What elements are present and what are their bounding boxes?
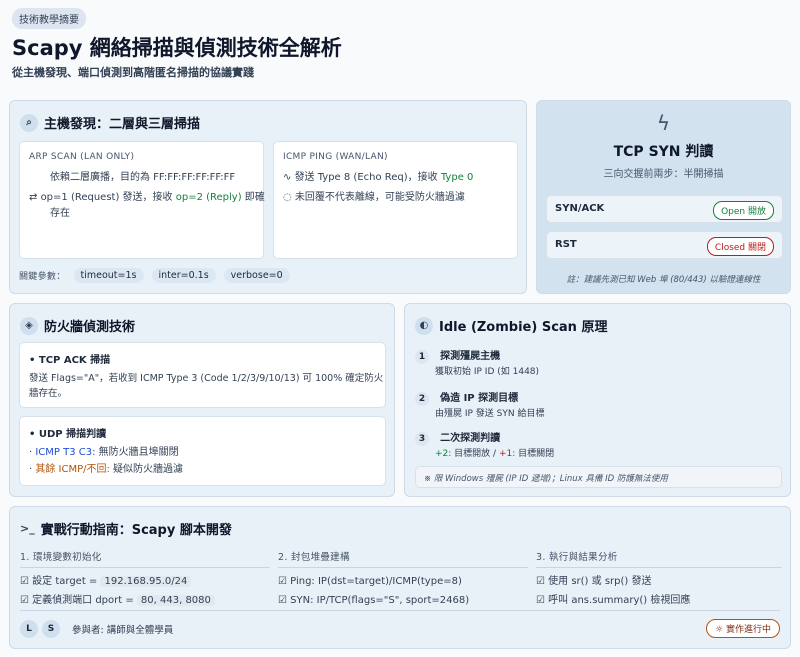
step-number: 1 xyxy=(415,350,429,364)
col2-line2: ☑ SYN: IP/TCP(flags="S", sport=2468) xyxy=(278,595,470,606)
col3-heading: 3. 執行與結果分析 xyxy=(536,552,618,563)
syn-ack-row: SYN/ACK Open 開放 xyxy=(546,195,783,223)
idle-scan-card: ◐ Idle (Zombie) Scan 原理 1 探測殭屍主機 獲取初始 IP… xyxy=(404,303,791,497)
avatar: S xyxy=(42,620,60,638)
arp-heading: ARP SCAN (LAN ONLY) xyxy=(29,152,135,162)
shield-icon: ◈ xyxy=(20,316,38,335)
ghost-icon: ◐ xyxy=(415,316,433,335)
udp-item2: · 其餘 ICMP/不回: 疑似防火牆過濾 xyxy=(29,464,184,475)
status-badge: ☼ 實作進行中 xyxy=(706,619,780,638)
idle-title: Idle (Zombie) Scan 原理 xyxy=(439,320,608,335)
page-title: Scapy 網絡掃描與偵測技術全解析 xyxy=(12,36,342,60)
tcp-syn-card: ϟ TCP SYN 判讀 三向交握前兩步：半開掃描 SYN/ACK Open 開… xyxy=(536,100,791,294)
col1-line2: ☑ 定義偵測端口 dport = 80, 443, 8080 xyxy=(20,593,270,609)
host-discovery-card: ⌕ 主機發現：二層與三層掃描 ARP SCAN (LAN ONLY) 依賴二層廣… xyxy=(9,100,527,294)
pulse-icon: ∿ xyxy=(283,172,295,183)
icmp-line2: ◌ 未回覆不代表離線，可能受防火牆過濾 xyxy=(283,192,465,203)
arp-line2: ⇄ op=1 (Request) 發送，接收 op=2 (Reply) 即確 xyxy=(29,192,265,203)
footer-divider xyxy=(20,610,780,611)
host-discovery-title: 主機發現：二層與三層掃描 xyxy=(44,117,201,132)
sun-icon: ☼ xyxy=(715,625,726,635)
step-title: 二次探測判讀 xyxy=(440,433,501,444)
arp-line1: 依賴二層廣播，目的為 FF:FF:FF:FF:FF:FF xyxy=(50,172,236,183)
firewall-title: 防火牆偵測技術 xyxy=(44,320,136,335)
tcp-syn-title: TCP SYN 判讀 xyxy=(613,144,714,160)
divider xyxy=(278,567,528,568)
param-pill: timeout=1s xyxy=(73,268,144,283)
ack-line1: 發送 Flags="A"，若收到 ICMP Type 3 (Code 1/2/3… xyxy=(29,373,384,384)
arp-reply-highlight: op=2 (Reply) xyxy=(175,192,242,203)
header-tag: 技術教學摘要 xyxy=(12,8,86,29)
col1-line1: ☑ 設定 target = 192.168.95.0/24 xyxy=(20,574,270,590)
icmp-ping-panel: ICMP PING (WAN/LAN) ∿ 發送 Type 8 (Echo Re… xyxy=(273,141,518,259)
icmp-line1: ∿ 發送 Type 8 (Echo Req)，接收 Type 0 xyxy=(283,172,474,183)
firewall-header: ◈ 防火牆偵測技術 xyxy=(20,316,135,335)
udp-scan-panel: • UDP 掃描判讀 · ICMP T3 C3: 無防火牆且埠關閉 · 其餘 I… xyxy=(19,416,386,486)
guide-col-1: 1. 環境變數初始化 ☑ 設定 target = 192.168.95.0/24… xyxy=(20,549,270,609)
check-icon: ☑ xyxy=(536,576,549,587)
participants-label: 參與者: 講師與全體學員 xyxy=(72,625,174,636)
check-icon: ☑ xyxy=(20,576,33,587)
idle-step-1: 1 探測殭屍主機 獲取初始 IP ID (如 1448) xyxy=(415,344,539,380)
closed-badge: Closed 關閉 xyxy=(706,237,774,256)
guide-col-3: 3. 執行與結果分析 ☑ 使用 sr() 或 srp() 發送 ☑ 呼叫 ans… xyxy=(536,549,782,609)
param-pill: inter=0.1s xyxy=(151,268,216,283)
step-desc: +2: 目標開放 / +1: 目標關閉 xyxy=(435,449,555,459)
check-icon: ☑ xyxy=(278,595,291,606)
guide-col-2: 2. 封包堆疊建構 ☑ Ping: IP(dst=target)/ICMP(ty… xyxy=(278,549,528,609)
icmp-heading: ICMP PING (WAN/LAN) xyxy=(283,152,388,162)
firewall-card: ◈ 防火牆偵測技術 • TCP ACK 掃描 發送 Flags="A"，若收到 … xyxy=(9,303,395,497)
step-number: 2 xyxy=(415,392,429,406)
divider xyxy=(20,567,270,568)
ack-scan-title: • TCP ACK 掃描 xyxy=(29,355,111,366)
params-label: 關鍵參數： xyxy=(19,272,66,282)
step-title: 探測殭屍主機 xyxy=(440,351,501,362)
udp-item1: · ICMP T3 C3: 無防火牆且埠關閉 xyxy=(29,447,179,458)
tcp-syn-note: 註：建議先測已知 Web 埠 (80/443) 以驗證連線性 xyxy=(566,275,761,285)
step-desc: 獲取初始 IP ID (如 1448) xyxy=(435,367,540,377)
avatar: L xyxy=(20,620,38,638)
check-icon: ☑ xyxy=(20,595,33,606)
col3-line1: ☑ 使用 sr() 或 srp() 發送 xyxy=(536,576,652,587)
lightning-icon: ϟ xyxy=(656,111,671,135)
divider xyxy=(536,567,782,568)
idle-step-2: 2 偽造 IP 探測目標 由殭屍 IP 發送 SYN 給目標 xyxy=(415,386,544,422)
arp-line3: 存在 xyxy=(50,208,70,219)
host-discovery-header: ⌕ 主機發現：二層與三層掃描 xyxy=(20,113,200,132)
ack-scan-panel: • TCP ACK 掃描 發送 Flags="A"，若收到 ICMP Type … xyxy=(19,342,386,408)
params-row: 關鍵參數： timeout=1s inter=0.1s verbose=0 xyxy=(19,268,290,283)
idle-header: ◐ Idle (Zombie) Scan 原理 xyxy=(415,316,607,335)
col3-line2: ☑ 呼叫 ans.summary() 檢視回應 xyxy=(536,595,691,606)
idle-note-box: ※ 限 Windows 殭屍 (IP ID 遞增)；Linux 具備 ID 防護… xyxy=(415,466,782,488)
shield-icon: ◌ xyxy=(283,192,295,203)
ack-line2: 牆存在。 xyxy=(29,388,68,399)
open-badge: Open 開放 xyxy=(713,201,774,220)
idle-note: ※ 限 Windows 殭屍 (IP ID 遞增)；Linux 具備 ID 防護… xyxy=(424,474,668,484)
col1-heading: 1. 環境變數初始化 xyxy=(20,552,102,563)
arp-scan-panel: ARP SCAN (LAN ONLY) 依賴二層廣播，目的為 FF:FF:FF:… xyxy=(19,141,265,259)
guide-header: >_ 實戰行動指南：Scapy 腳本開發 xyxy=(20,519,232,538)
participants-row: L S 參與者: 講師與全體學員 xyxy=(20,620,173,638)
guide-card: >_ 實戰行動指南：Scapy 腳本開發 1. 環境變數初始化 ☑ 設定 tar… xyxy=(9,506,791,649)
rst-row: RST Closed 關閉 xyxy=(546,231,783,259)
col2-line1: ☑ Ping: IP(dst=target)/ICMP(type=8) xyxy=(278,576,462,587)
param-pill: verbose=0 xyxy=(223,268,290,283)
idle-step-3: 3 二次探測判讀 +2: 目標開放 / +1: 目標關閉 xyxy=(415,426,554,462)
check-icon: ☑ xyxy=(278,576,291,587)
step-number: 3 xyxy=(415,432,429,446)
syn-ack-label: SYN/ACK xyxy=(555,203,605,214)
terminal-icon: >_ xyxy=(20,522,35,535)
check-icon: ☑ xyxy=(536,595,549,606)
step-desc: 由殭屍 IP 發送 SYN 給目標 xyxy=(435,409,545,419)
udp-scan-title: • UDP 掃描判讀 xyxy=(29,429,107,440)
tcp-syn-subtitle: 三向交握前兩步：半開掃描 xyxy=(603,169,724,180)
guide-title: 實戰行動指南：Scapy 腳本開發 xyxy=(40,523,232,538)
col2-heading: 2. 封包堆疊建構 xyxy=(278,552,350,563)
swap-icon: ⇄ xyxy=(29,192,41,203)
search-icon: ⌕ xyxy=(20,113,38,132)
page-subtitle: 從主機發現、端口偵測到高階匿名掃描的協議實踐 xyxy=(12,66,254,79)
rst-label: RST xyxy=(555,239,577,250)
step-title: 偽造 IP 探測目標 xyxy=(440,393,519,404)
